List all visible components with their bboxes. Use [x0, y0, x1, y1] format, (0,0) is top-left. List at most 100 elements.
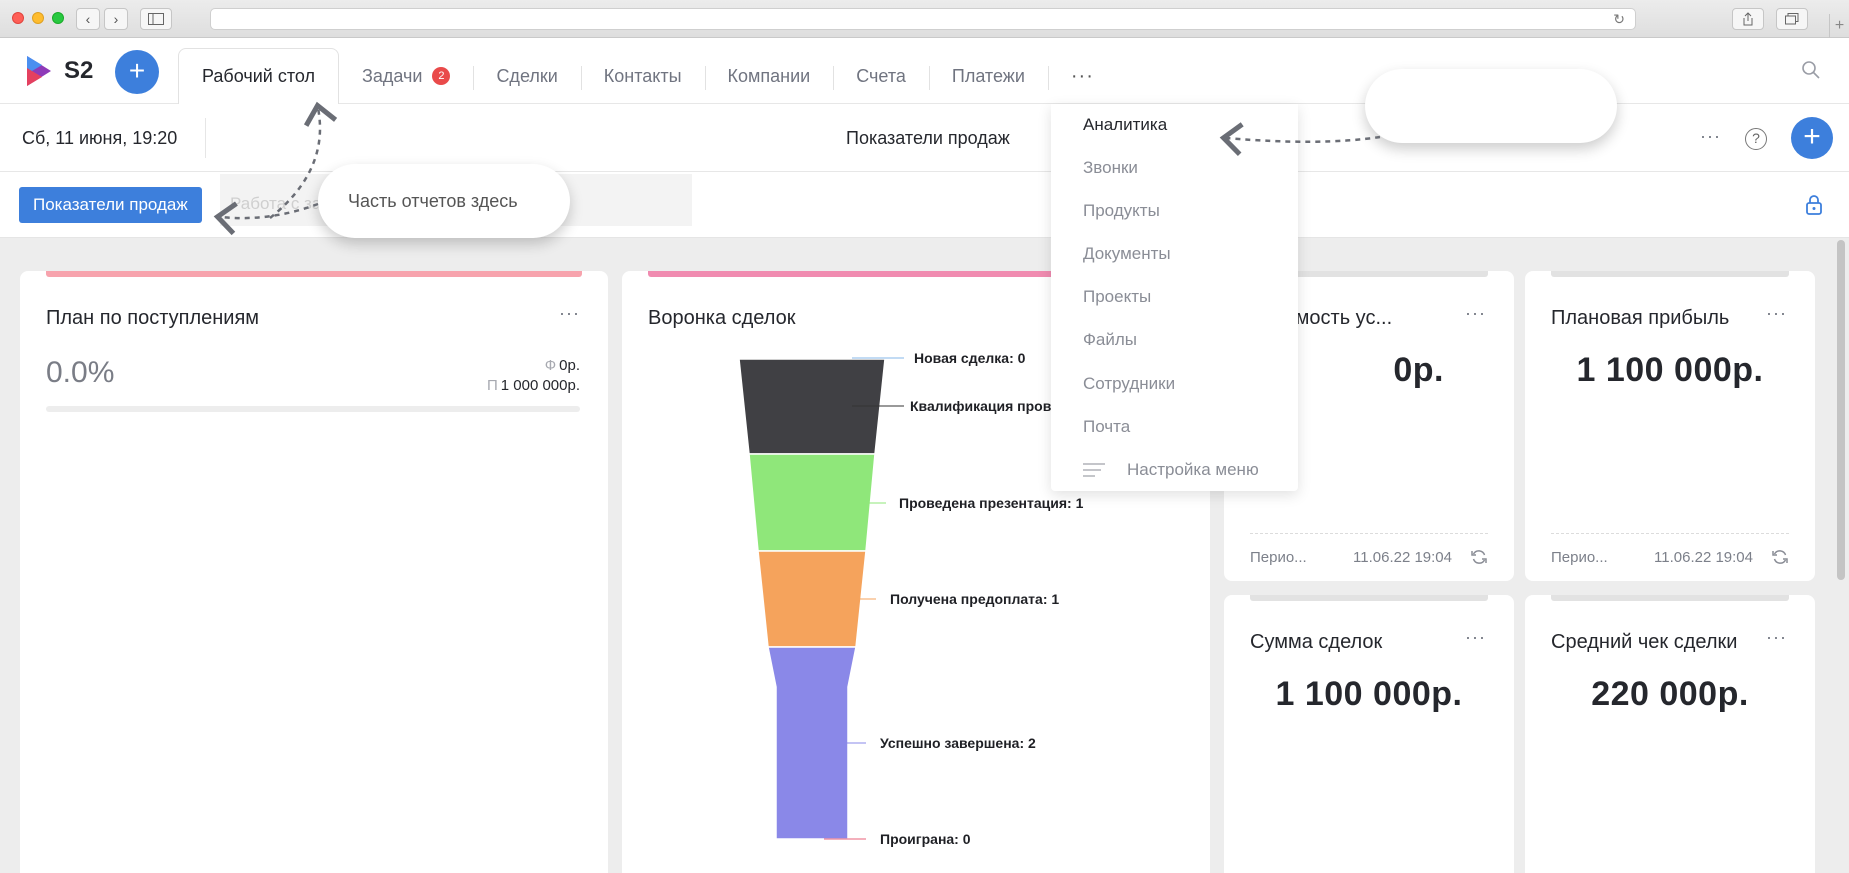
widget-title: Средний чек сделки	[1551, 631, 1738, 653]
more-tabs-dropdown: Аналитика Звонки Продукты Документы Прое…	[1051, 104, 1298, 491]
forward-icon: ›	[113, 11, 119, 27]
widget-value: 1 100 000р.	[1576, 351, 1764, 389]
current-datetime: Сб, 11 июня, 19:20	[22, 128, 178, 148]
tab-companies[interactable]: Компании	[704, 48, 834, 104]
card-accent-bar	[1551, 271, 1789, 277]
back-button[interactable]: ‹	[76, 8, 100, 30]
logo[interactable]: S2	[24, 54, 93, 88]
tab-label: Контакты	[603, 65, 682, 86]
widget-footer: Перио... 11.06.22 19:04	[1551, 533, 1789, 566]
callout-empty	[1365, 69, 1617, 143]
funnel-stage-label: Проиграна: 0	[880, 831, 971, 847]
tab-tasks[interactable]: Задачи 2	[339, 48, 473, 104]
widget-title: План по поступлениям	[46, 307, 260, 329]
menu-item-mail[interactable]: Почта	[1083, 417, 1130, 437]
funnel-stage-label: Квалификация пров	[910, 398, 1052, 414]
funnel-stage-label: Успешно завершена: 2	[880, 735, 1036, 751]
widget-value: 220 000р.	[1591, 675, 1749, 713]
share-button[interactable]	[1732, 8, 1764, 30]
funnel-stage-label: Проведена презентация: 1	[899, 495, 1084, 511]
address-bar[interactable]: ↻	[210, 8, 1636, 30]
menu-item-employees[interactable]: Сотрудники	[1083, 374, 1175, 394]
share-icon	[1743, 12, 1753, 26]
widget-deals-sum: Сумма сделок ··· 1 100 000р.	[1224, 595, 1514, 873]
updated-time: 11.06.22 19:04	[1654, 548, 1753, 566]
widget-menu-button[interactable]: ···	[1766, 303, 1787, 324]
tabs-overview-button[interactable]	[1776, 8, 1808, 30]
sidebar-toggle-button[interactable]	[140, 8, 172, 30]
plan-progress-bar	[46, 406, 580, 412]
refresh-icon[interactable]	[1470, 548, 1488, 566]
menu-item-documents[interactable]: Документы	[1083, 244, 1171, 264]
minimize-window-button[interactable]	[32, 12, 44, 24]
widget-planned-profit: Плановая прибыль ··· 1 100 000р. Перио..…	[1525, 271, 1815, 581]
menu-lines-icon	[1083, 463, 1105, 477]
lock-icon[interactable]	[1804, 194, 1824, 216]
main-tabs: Рабочий стол Задачи 2 Сделки Контакты Ком…	[178, 48, 1117, 105]
menu-item-projects[interactable]: Проекты	[1083, 287, 1151, 307]
reports-bar: Показатели продаж Работа с за	[0, 172, 1849, 238]
plan-value: 1 000 000р.	[500, 377, 580, 394]
widget-average-check: Средний чек сделки ··· 220 000р.	[1525, 595, 1815, 873]
widget-menu-button[interactable]: ···	[559, 303, 580, 324]
plan-percent: 0.0%	[46, 356, 115, 389]
tab-label: Компании	[727, 65, 811, 86]
callout-reports-hint: Часть отчетов здесь	[318, 164, 570, 238]
fact-value: 0р.	[559, 357, 580, 374]
sidebar-icon	[148, 13, 164, 25]
card-accent-bar	[1250, 595, 1488, 601]
widget-title: Сумма сделок	[1250, 631, 1383, 653]
more-icon: ···	[1070, 64, 1094, 87]
card-accent-bar	[1551, 595, 1789, 601]
tabs-more-button[interactable]: ···	[1047, 48, 1117, 104]
menu-item-calls[interactable]: Звонки	[1083, 158, 1138, 178]
widget-title: Плановая прибыль	[1551, 307, 1730, 329]
tabs-icon	[1785, 13, 1799, 25]
tab-invoices[interactable]: Счета	[833, 48, 929, 104]
page-scrollbar[interactable]	[1837, 240, 1845, 580]
tab-label: Рабочий стол	[202, 66, 315, 86]
quick-add-button[interactable]: +	[115, 50, 159, 94]
tab-desktop[interactable]: Рабочий стол	[178, 48, 339, 105]
menu-item-files[interactable]: Файлы	[1083, 330, 1137, 350]
callout-text: Часть отчетов здесь	[348, 190, 518, 211]
tab-label: Счета	[856, 65, 906, 86]
refresh-icon[interactable]	[1771, 548, 1789, 566]
tab-contacts[interactable]: Контакты	[580, 48, 705, 104]
funnel-stage-label: Получена предоплата: 1	[890, 591, 1059, 607]
tab-label: Сделки	[496, 65, 558, 86]
maximize-window-button[interactable]	[52, 12, 64, 24]
card-accent-bar	[46, 271, 582, 277]
new-tab-button[interactable]: +	[1829, 14, 1849, 38]
close-window-button[interactable]	[12, 12, 24, 24]
funnel-stage-label: Новая сделка: 0	[914, 350, 1026, 366]
divider	[205, 118, 206, 158]
menu-settings-label: Настройка меню	[1127, 460, 1259, 479]
toolbar-more-button[interactable]: ···	[1700, 126, 1721, 147]
help-icon[interactable]: ?	[1745, 128, 1767, 150]
page-title: Показатели продаж	[846, 128, 1010, 148]
menu-item-analytics[interactable]: Аналитика	[1083, 115, 1167, 135]
add-widget-button[interactable]: +	[1791, 117, 1833, 159]
plan-label: П	[486, 377, 498, 394]
widget-menu-button[interactable]: ···	[1766, 627, 1787, 648]
widget-footer: Перио... 11.06.22 19:04	[1250, 533, 1488, 566]
logo-icon	[27, 56, 51, 86]
search-icon[interactable]	[1801, 60, 1821, 80]
forward-button[interactable]: ›	[104, 8, 128, 30]
tab-payments[interactable]: Платежи	[928, 48, 1048, 104]
period-label: Перио...	[1551, 548, 1608, 566]
tab-deals[interactable]: Сделки	[473, 48, 580, 104]
menu-item-products[interactable]: Продукты	[1083, 201, 1160, 221]
updated-time: 11.06.22 19:04	[1353, 548, 1452, 566]
report-tab-sales[interactable]: Показатели продаж	[19, 187, 202, 223]
widget-menu-button[interactable]: ···	[1465, 627, 1486, 648]
tab-label: Задачи	[362, 65, 423, 86]
reload-icon[interactable]: ↻	[1613, 11, 1625, 28]
widget-value: 1 100 000р.	[1275, 675, 1463, 713]
back-icon: ‹	[85, 11, 91, 27]
fact-label: Ф	[544, 357, 557, 374]
widget-menu-button[interactable]: ···	[1465, 303, 1486, 324]
menu-settings-button[interactable]: Настройка меню	[1083, 460, 1259, 480]
widget-plan: План по поступлениям ··· 0.0% Ф 0р. П1 00…	[20, 271, 608, 873]
